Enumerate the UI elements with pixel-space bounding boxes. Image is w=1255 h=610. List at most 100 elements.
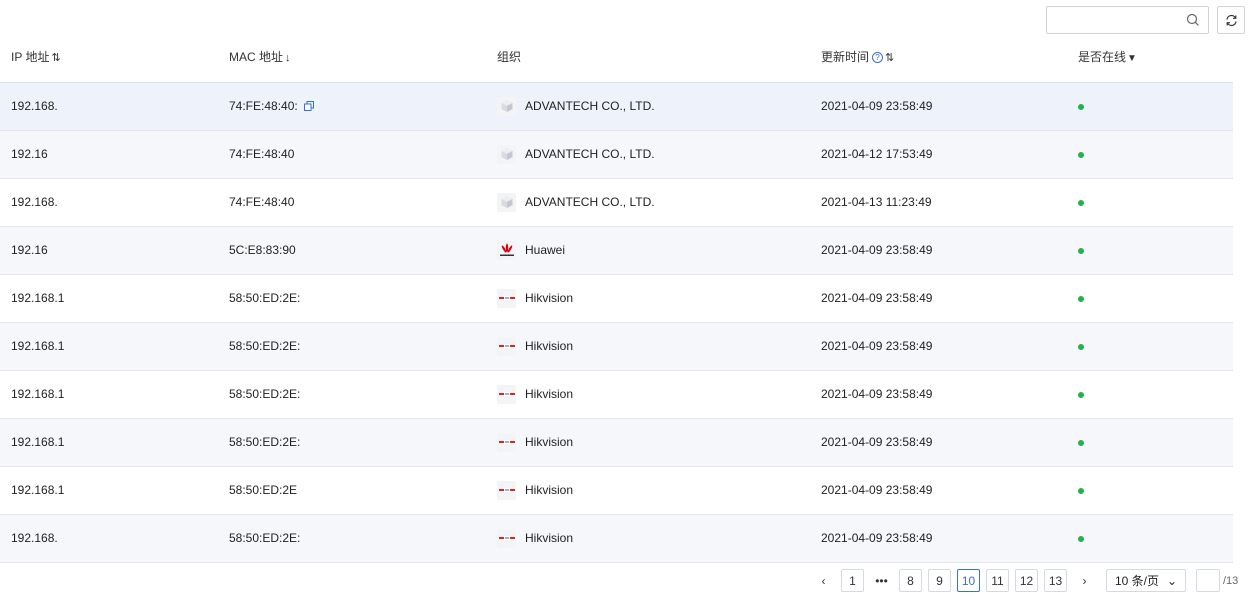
- next-page-button[interactable]: ›: [1073, 569, 1096, 592]
- mac-cell: 58:50:ED:2E:: [218, 514, 488, 563]
- table-row[interactable]: 192.168. 74:FE:48:40: ADVANTECH CO., LTD. 2…: [0, 82, 1233, 131]
- hikvision-logo-icon: [497, 288, 516, 308]
- online-status-dot: [1078, 248, 1084, 254]
- column-header-online[interactable]: 是否在线▼: [1078, 32, 1233, 83]
- table-row[interactable]: 192.16 74:FE:48:40 ADVANTECH CO., LTD. 2021…: [0, 130, 1233, 179]
- table-header: IP 地址 ⇅ MAC 地址 ↓ 组织 更新时间? ⇅ 是否在线▼: [0, 32, 1233, 83]
- mac-cell: 58:50:ED:2E:: [218, 274, 488, 323]
- ip-cell: 192.168.1: [0, 370, 218, 419]
- device-table: IP 地址 ⇅ MAC 地址 ↓ 组织 更新时间? ⇅ 是否在线▼ 192.168. 7…: [0, 32, 1233, 563]
- table-row[interactable]: 192.168. 74:FE:48:40 ADVANTECH CO., LTD. 20…: [0, 178, 1233, 227]
- hikvision-logo-icon: [497, 432, 516, 452]
- page-button[interactable]: 13: [1044, 569, 1067, 592]
- table-row[interactable]: 192.168. 58:50:ED:2E: Hikvision 2021-04-09 …: [0, 514, 1233, 563]
- ip-cell: 192.168.: [0, 514, 218, 563]
- online-status-dot: [1078, 344, 1084, 350]
- page-button-current[interactable]: 10: [957, 569, 980, 592]
- org-cell: Hikvision: [488, 466, 821, 515]
- huawei-logo-icon: [497, 240, 516, 260]
- table-row[interactable]: 192.168.1 58:50:ED:2E: Hikvision 2021-04-09…: [0, 322, 1233, 371]
- cube-icon: [497, 144, 516, 164]
- time-cell: 2021-04-09 23:58:49: [821, 370, 1078, 419]
- mac-cell: 74:FE:48:40: [218, 178, 488, 227]
- table-row[interactable]: 192.168.1 58:50:ED:2E: Hikvision 2021-04-09…: [0, 418, 1233, 467]
- online-status-dot: [1078, 152, 1084, 158]
- time-cell: 2021-04-12 17:53:49: [821, 130, 1078, 179]
- online-cell: [1078, 418, 1233, 467]
- table-row[interactable]: 192.168.1 58:50:ED:2E: Hikvision 2021-04-09…: [0, 370, 1233, 419]
- refresh-icon: [1225, 14, 1237, 26]
- hikvision-logo-icon: [497, 528, 516, 548]
- chevron-right-icon: ›: [1082, 573, 1087, 588]
- online-status-dot: [1078, 296, 1084, 302]
- mac-cell: 74:FE:48:40:: [218, 82, 488, 131]
- page-button[interactable]: 11: [986, 569, 1009, 592]
- org-cell: Hikvision: [488, 514, 821, 563]
- table-row[interactable]: 192.16 5C:E8:83:90 Huawei 2021-04-09 23:58:…: [0, 226, 1233, 275]
- filter-icon[interactable]: ▼: [1127, 53, 1137, 64]
- table-row[interactable]: 192.168.1 58:50:ED:2E Hikvision 2021-04-09 …: [0, 466, 1233, 515]
- refresh-button[interactable]: [1217, 6, 1245, 34]
- page-size-select[interactable]: 10 条/页 ⌄: [1106, 569, 1186, 592]
- page-button[interactable]: 12: [1015, 569, 1038, 592]
- sort-icon[interactable]: ⇅: [885, 51, 894, 64]
- mac-cell: 58:50:ED:2E: [218, 466, 488, 515]
- copy-icon[interactable]: [303, 101, 314, 111]
- mac-cell: 58:50:ED:2E:: [218, 370, 488, 419]
- table-row[interactable]: 192.168.1 58:50:ED:2E: Hikvision 2021-04-09…: [0, 274, 1233, 323]
- online-status-dot: [1078, 488, 1084, 494]
- online-status-dot: [1078, 200, 1084, 206]
- mac-cell: 74:FE:48:40: [218, 130, 488, 179]
- org-cell: Hikvision: [488, 418, 821, 467]
- time-cell: 2021-04-13 11:23:49: [821, 178, 1078, 227]
- ip-cell: 192.168.1: [0, 466, 218, 515]
- search-box[interactable]: [1046, 6, 1209, 34]
- sort-icon[interactable]: ⇅: [51, 51, 60, 64]
- online-cell: [1078, 130, 1233, 179]
- time-cell: 2021-04-09 23:58:49: [821, 322, 1078, 371]
- org-cell: Huawei: [488, 226, 821, 275]
- org-cell: Hikvision: [488, 322, 821, 371]
- column-header-time[interactable]: 更新时间? ⇅: [821, 32, 1078, 83]
- cube-icon: [497, 192, 516, 212]
- online-cell: [1078, 514, 1233, 563]
- prev-page-button[interactable]: ‹: [812, 569, 835, 592]
- mac-cell: 5C:E8:83:90: [218, 226, 488, 275]
- ip-cell: 192.168.1: [0, 274, 218, 323]
- online-cell: [1078, 370, 1233, 419]
- online-cell: [1078, 82, 1233, 131]
- hikvision-logo-icon: [497, 336, 516, 356]
- time-cell: 2021-04-09 23:58:49: [821, 418, 1078, 467]
- column-header-org: 组织: [488, 32, 821, 83]
- ip-cell: 192.168.1: [0, 322, 218, 371]
- page-button[interactable]: 8: [899, 569, 922, 592]
- online-status-dot: [1078, 104, 1084, 110]
- online-status-dot: [1078, 392, 1084, 398]
- org-cell: Hikvision: [488, 370, 821, 419]
- org-cell: ADVANTECH CO., LTD.: [488, 130, 821, 179]
- page-button[interactable]: 1: [841, 569, 864, 592]
- page-ellipsis[interactable]: •••: [870, 569, 893, 592]
- online-cell: [1078, 322, 1233, 371]
- online-status-dot: [1078, 440, 1084, 446]
- column-header-ip[interactable]: IP 地址 ⇅: [0, 32, 218, 83]
- online-cell: [1078, 466, 1233, 515]
- ip-cell: 192.16: [0, 130, 218, 179]
- time-cell: 2021-04-09 23:58:49: [821, 82, 1078, 131]
- search-input[interactable]: [1047, 7, 1177, 33]
- time-cell: 2021-04-09 23:58:49: [821, 226, 1078, 275]
- page-button[interactable]: 9: [928, 569, 951, 592]
- column-header-mac[interactable]: MAC 地址 ↓: [218, 32, 488, 83]
- ip-cell: 192.168.1: [0, 418, 218, 467]
- ip-cell: 192.168.: [0, 82, 218, 131]
- page-total: /13: [1223, 574, 1239, 587]
- online-cell: [1078, 178, 1233, 227]
- help-icon[interactable]: ?: [872, 52, 884, 64]
- ip-cell: 192.16: [0, 226, 218, 275]
- org-cell: ADVANTECH CO., LTD.: [488, 82, 821, 131]
- sort-desc-icon[interactable]: ↓: [285, 52, 291, 64]
- page-jump-input[interactable]: [1196, 569, 1220, 592]
- hikvision-logo-icon: [497, 384, 516, 404]
- search-icon[interactable]: [1186, 13, 1200, 27]
- hikvision-logo-icon: [497, 480, 516, 500]
